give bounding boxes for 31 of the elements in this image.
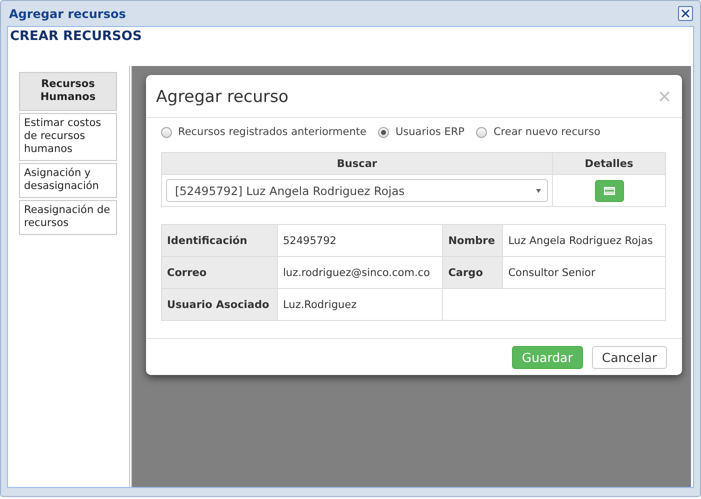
field-label: Usuario Asociado — [162, 288, 278, 320]
close-icon[interactable] — [678, 6, 693, 21]
caret-icon — [536, 188, 541, 192]
page-heading: CREAR RECURSOS — [9, 28, 143, 44]
sidebar-item[interactable]: Recursos Humanos — [19, 72, 117, 111]
radio-label[interactable]: Usuarios ERP — [395, 126, 464, 138]
radio-label[interactable]: Recursos registrados anteriormente — [178, 126, 366, 138]
radio-label[interactable]: Crear nuevo recurso — [493, 126, 600, 138]
sidebar-item[interactable]: Estimar costos de recursos humanos — [19, 113, 117, 161]
cancel-button[interactable]: Cancelar — [592, 346, 667, 368]
radio-button[interactable] — [161, 126, 172, 138]
sidebar-item[interactable]: Asignación y desasignación — [19, 163, 117, 198]
window-title: Agregar recursos — [8, 6, 126, 20]
search-select[interactable]: [52495792] Luz Angela Rodriguez Rojas — [166, 179, 548, 202]
column-header: Detalles — [552, 152, 666, 174]
field-label: Identificación — [162, 224, 278, 256]
field-value: Luz Angela Rodriguez Rojas — [502, 224, 666, 256]
field-value: Luz.Rodriguez — [278, 288, 443, 320]
details-button[interactable] — [594, 180, 624, 202]
dialog-title: Agregar recurso — [156, 86, 289, 106]
field-value: luz.rodriguez@sinco.com.co — [278, 256, 443, 288]
field-value: Consultor Senior — [502, 256, 666, 288]
field-label: Correo — [162, 256, 278, 288]
field-value: 52495792 — [278, 224, 443, 256]
radio-button[interactable] — [476, 126, 488, 138]
field-label: Cargo — [442, 256, 503, 288]
radio-button[interactable] — [378, 126, 390, 138]
sidebar-item[interactable]: Reasignación de recursos — [19, 200, 117, 235]
field-label: Nombre — [442, 224, 503, 256]
card-icon — [604, 186, 614, 194]
column-header: Buscar — [162, 152, 552, 174]
